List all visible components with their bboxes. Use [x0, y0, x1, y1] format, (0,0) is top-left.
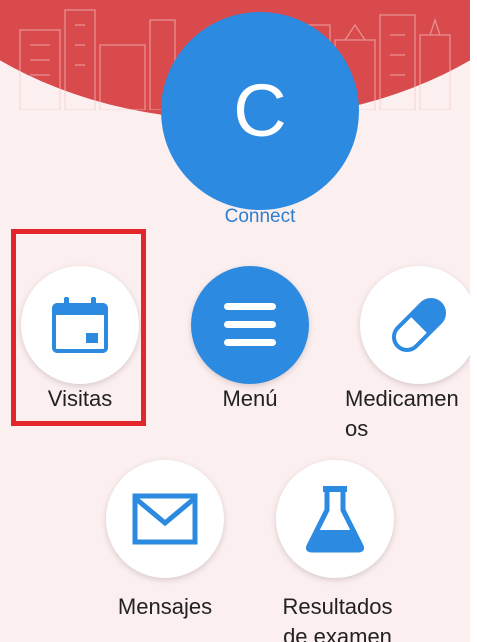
medications-label: Medicamen os: [345, 386, 459, 441]
hamburger-menu-icon: [224, 303, 276, 346]
messages-label: Mensajes: [117, 594, 213, 619]
lab-results-button[interactable]: [276, 460, 394, 578]
avatar-letter: C: [233, 69, 287, 152]
flask-icon: [305, 486, 365, 553]
messages-button[interactable]: [106, 460, 224, 578]
connect-label[interactable]: Connect: [160, 206, 360, 228]
app-screen: C Connect Visitas Menú Medicamen os Mens…: [0, 0, 470, 642]
envelope-icon: [132, 493, 198, 545]
menu-button[interactable]: [191, 266, 309, 384]
pill-capsule-icon: [391, 297, 447, 353]
highlight-annotation: [11, 229, 146, 426]
lab-results-label: Resultados de examen: [282, 594, 393, 642]
menu-label: Menú: [222, 386, 278, 411]
profile-avatar[interactable]: C: [161, 12, 359, 210]
medications-button[interactable]: [360, 266, 470, 384]
screen-edge: [470, 0, 477, 642]
